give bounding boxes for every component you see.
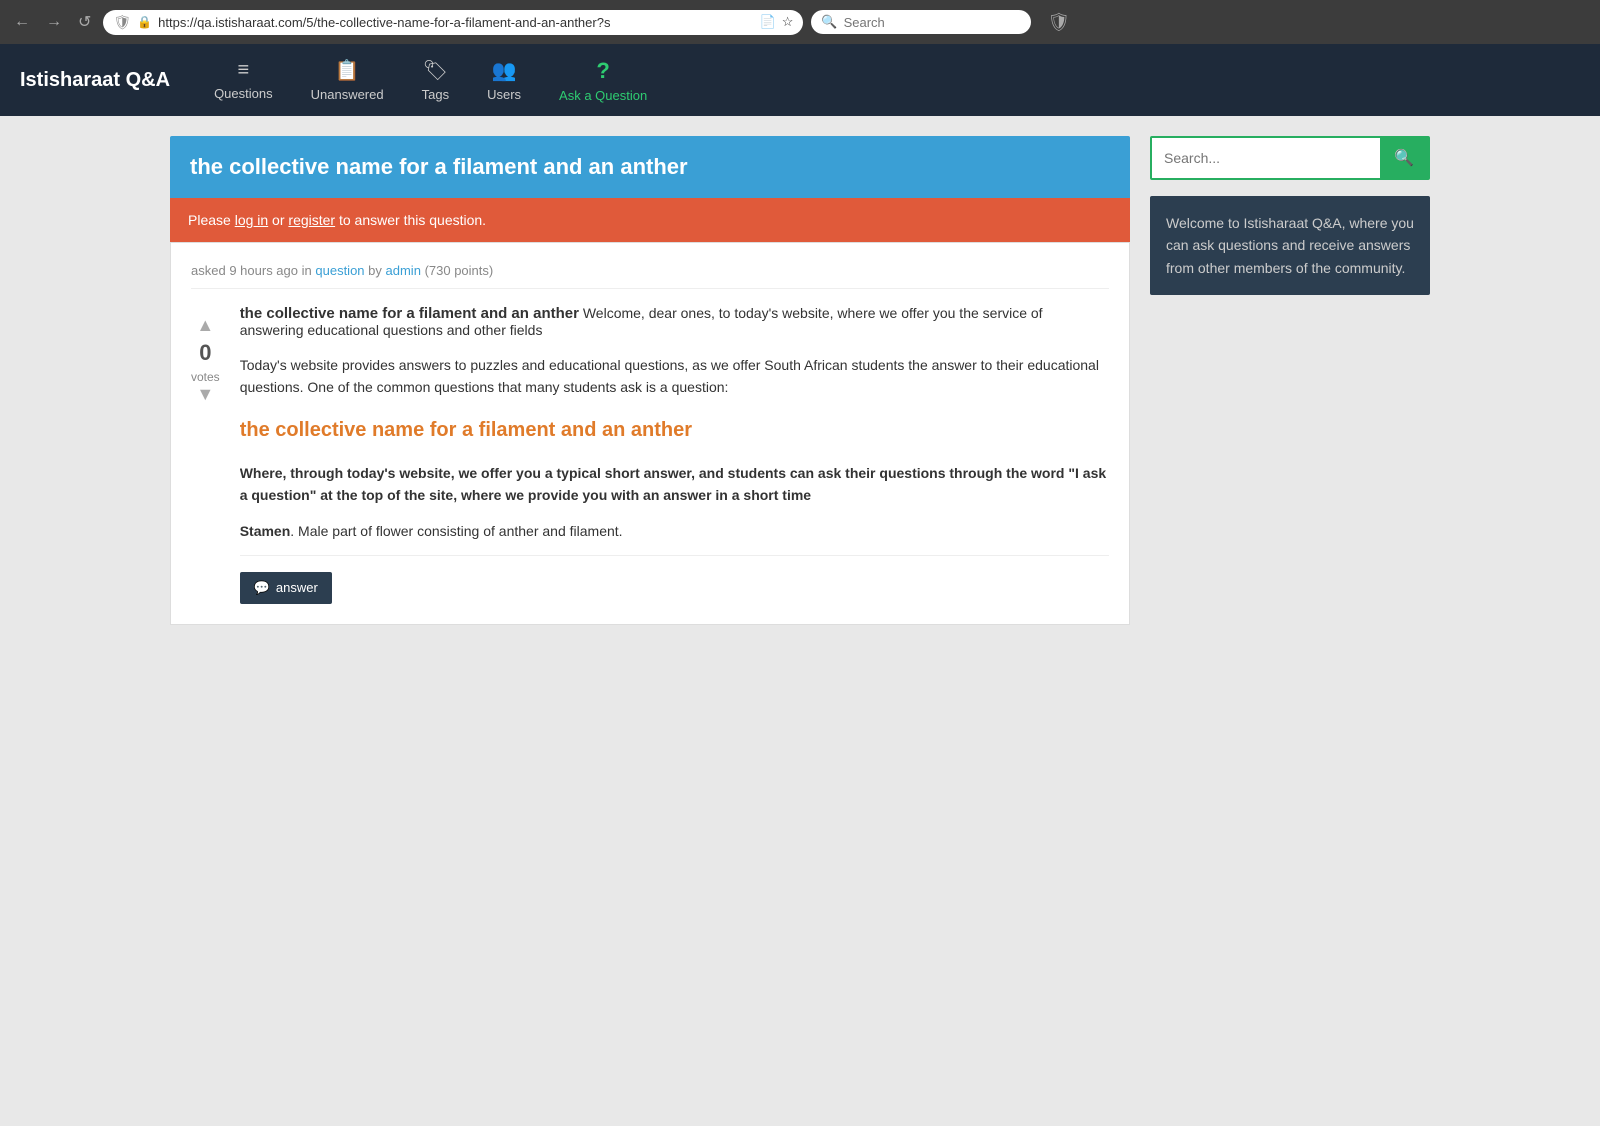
vote-section: ▲ 0 votes ▼: [191, 315, 220, 405]
question-title: the collective name for a filament and a…: [190, 154, 688, 179]
nav-questions-label: Questions: [214, 86, 273, 101]
lock-icon: 🔒: [137, 15, 152, 29]
sidebar-search-input[interactable]: [1152, 138, 1380, 178]
sidebar: 🔍 Welcome to Istisharaat Q&A, where you …: [1150, 136, 1430, 625]
downvote-button[interactable]: ▼: [196, 384, 214, 405]
tags-icon: 🏷: [423, 58, 448, 83]
question-meta: asked 9 hours ago in question by admin (…: [191, 263, 1109, 289]
forward-button[interactable]: →: [42, 11, 66, 33]
nav-questions[interactable]: ≡ Questions: [200, 51, 287, 109]
unanswered-icon: 📋: [335, 58, 360, 83]
question-body: the collective name for a filament and a…: [240, 305, 1109, 604]
answer-btn-label: answer: [276, 580, 318, 595]
content-area: the collective name for a filament and a…: [170, 136, 1130, 625]
asked-time: 9 hours ago: [229, 263, 298, 278]
answer-rest: . Male part of flower consisting of anth…: [290, 523, 622, 539]
shield-icon: 🛡: [113, 14, 131, 31]
browser-shield-right-icon: 🛡: [1047, 12, 1070, 33]
answer-button[interactable]: 💬 answer: [240, 572, 332, 604]
nav-ask-label: Ask a Question: [559, 88, 647, 103]
site-logo: Istisharaat Q&A: [20, 69, 170, 92]
register-link[interactable]: register: [288, 212, 335, 228]
search-icon: 🔍: [821, 14, 837, 30]
asked-label: asked: [191, 263, 226, 278]
ask-icon: ?: [596, 58, 609, 84]
back-button[interactable]: ←: [10, 11, 34, 33]
nav-users-label: Users: [487, 87, 521, 102]
vote-count: 0: [199, 340, 211, 366]
category-link[interactable]: question: [315, 263, 364, 278]
question-bold-text: Where, through today's website, we offer…: [240, 462, 1109, 507]
browser-search-input[interactable]: [844, 15, 1022, 30]
divider: [240, 555, 1109, 556]
browser-chrome: ← → ↺ 🛡 🔒 https://qa.istisharaat.com/5/t…: [0, 0, 1600, 44]
questions-icon: ≡: [238, 59, 250, 82]
by-label: by: [368, 263, 382, 278]
login-notice: Please log in or register to answer this…: [170, 198, 1130, 242]
star-icon[interactable]: ☆: [782, 14, 794, 30]
welcome-text: Welcome to Istisharaat Q&A, where you ca…: [1166, 215, 1414, 276]
nav-unanswered-label: Unanswered: [311, 87, 384, 102]
author-link[interactable]: admin: [386, 263, 421, 278]
question-paragraph1: Today's website provides answers to puzz…: [240, 354, 1109, 399]
question-intro: the collective name for a filament and a…: [240, 305, 1109, 338]
main-container: the collective name for a filament and a…: [150, 136, 1450, 625]
search-magnifier-icon: 🔍: [1394, 150, 1414, 167]
question-title-inline: the collective name for a filament and a…: [240, 305, 579, 322]
nav-ask-question[interactable]: ? Ask a Question: [545, 50, 661, 111]
nav-unanswered[interactable]: 📋 Unanswered: [297, 50, 398, 110]
nav-tags[interactable]: 🏷 Tags: [408, 50, 463, 110]
answer-btn-icon: 💬: [254, 580, 270, 596]
search-widget: 🔍: [1150, 136, 1430, 180]
welcome-widget: Welcome to Istisharaat Q&A, where you ca…: [1150, 196, 1430, 295]
question-answer-text: Stamen. Male part of flower consisting o…: [240, 523, 1109, 539]
upvote-button[interactable]: ▲: [196, 315, 214, 336]
users-icon: 👥: [492, 58, 517, 83]
reload-button[interactable]: ↺: [74, 10, 95, 34]
url-text: https://qa.istisharaat.com/5/the-collect…: [158, 15, 753, 30]
vote-label: votes: [191, 370, 220, 384]
browser-search-bar[interactable]: 🔍: [811, 10, 1031, 34]
question-highlight: the collective name for a filament and a…: [240, 419, 1109, 442]
answer-bold: Stamen: [240, 523, 291, 539]
login-link[interactable]: log in: [235, 212, 268, 228]
nav-tags-label: Tags: [422, 87, 449, 102]
bookmark-icon[interactable]: 📄: [760, 14, 776, 30]
nav-users[interactable]: 👥 Users: [473, 50, 535, 110]
author-points: (730 points): [425, 263, 494, 278]
address-bar: 🛡 🔒 https://qa.istisharaat.com/5/the-col…: [103, 10, 803, 35]
question-title-bar: the collective name for a filament and a…: [170, 136, 1130, 198]
site-nav: ≡ Questions 📋 Unanswered 🏷 Tags 👥 Users …: [200, 50, 661, 111]
question-content: ▲ 0 votes ▼ the collective name for a fi…: [191, 305, 1109, 604]
question-card: asked 9 hours ago in question by admin (…: [170, 242, 1130, 625]
site-header: Istisharaat Q&A ≡ Questions 📋 Unanswered…: [0, 44, 1600, 116]
sidebar-search-button[interactable]: 🔍: [1380, 138, 1428, 178]
in-label: in: [302, 263, 312, 278]
